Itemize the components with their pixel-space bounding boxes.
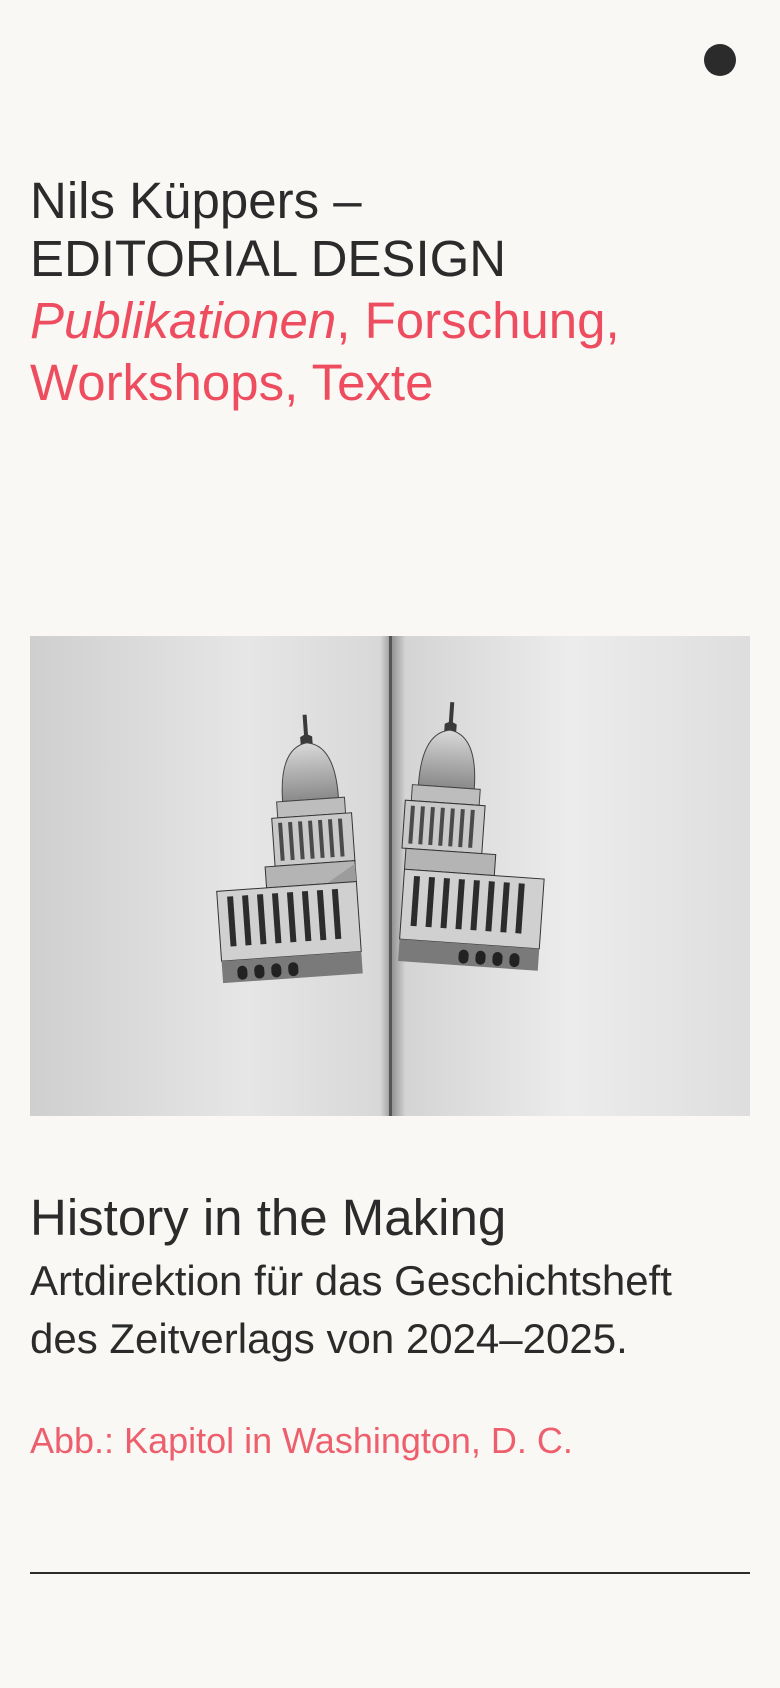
site-header: Nils Küppers – EDITORIAL DESIGN Publikat… [30, 172, 750, 414]
services-forschung: , Forschung, [336, 292, 620, 349]
image-caption: Abb.: Kapitol in Washington, D. C. [30, 1420, 573, 1461]
project-description-line-1: Artdirektion für das Geschichtsheft [30, 1257, 672, 1304]
project-description: Artdirektion für das Geschichtsheft des … [30, 1252, 750, 1368]
open-magazine-capitol-image [30, 636, 750, 1116]
section-divider [30, 1572, 750, 1574]
project-title[interactable]: History in the Making [30, 1188, 750, 1248]
project-image[interactable] [30, 636, 750, 1116]
project-description-line-2: des Zeitverlags von 2024–2025. [30, 1315, 628, 1362]
services-publikationen[interactable]: Publikationen [30, 292, 336, 349]
designer-role: EDITORIAL DESIGN [30, 230, 507, 287]
project-info: History in the Making Artdirektion für d… [30, 1188, 750, 1368]
designer-name: Nils Küppers – [30, 172, 362, 229]
services-line-2: Workshops, Texte [30, 354, 434, 411]
services-list: Publikationen, Forschung, Workshops, Tex… [30, 290, 750, 414]
services-line-1: Publikationen, Forschung, [30, 290, 750, 352]
menu-button[interactable] [704, 44, 736, 76]
